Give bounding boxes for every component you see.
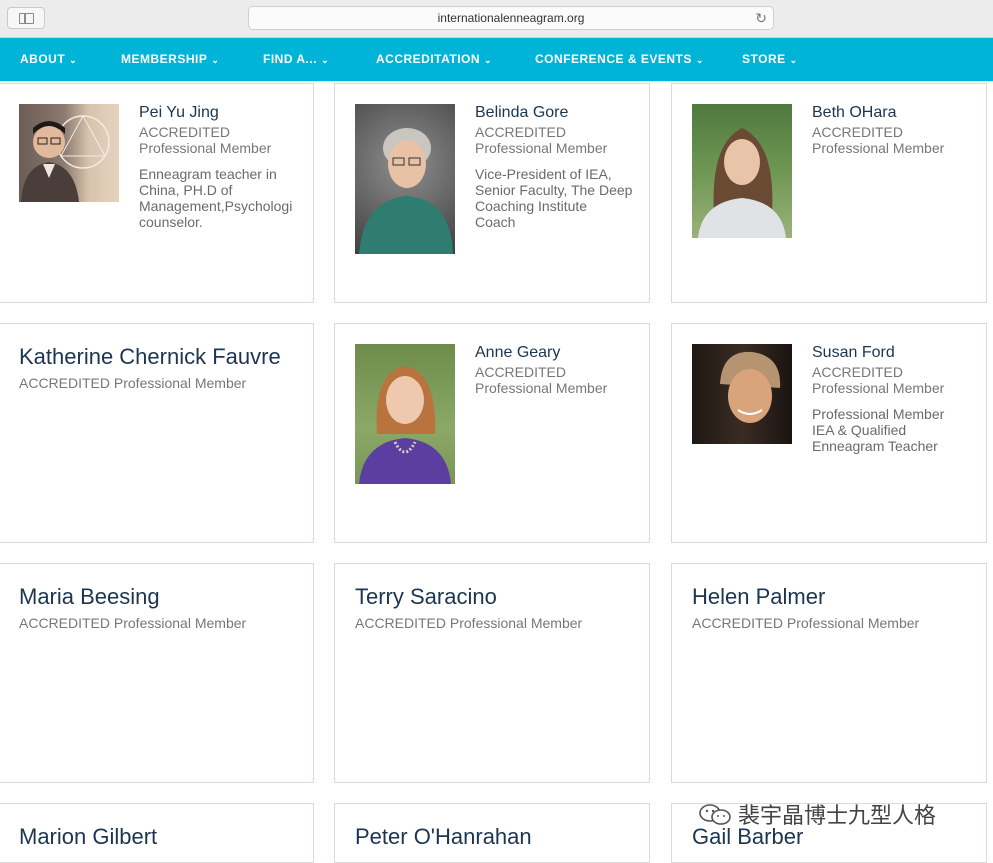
member-name[interactable]: Terry Saracino xyxy=(355,584,497,610)
member-name[interactable]: Susan Ford xyxy=(812,344,895,362)
member-name[interactable]: Helen Palmer xyxy=(692,584,825,610)
bio-line: counselor. xyxy=(139,214,203,230)
nav-store-label: STORE xyxy=(742,52,786,66)
member-status: ACCREDITED xyxy=(812,124,904,140)
nav-accreditation-label: ACCREDITATION xyxy=(376,52,481,66)
member-photo xyxy=(692,344,792,444)
member-status: ACCREDITED xyxy=(475,364,567,380)
bio-line: Senior Faculty, The Deep xyxy=(475,182,633,198)
member-status: ACCREDITED Professional Member xyxy=(692,615,920,631)
member-status: ACCREDITED xyxy=(139,124,231,140)
chevron-down-icon: ⌄ xyxy=(211,55,220,65)
member-status: ACCREDITED Professional Member xyxy=(19,615,247,631)
member-card[interactable]: Belinda Gore ACCREDITED Professional Mem… xyxy=(334,83,650,303)
chevron-down-icon: ⌄ xyxy=(69,55,78,65)
member-name[interactable]: Belinda Gore xyxy=(475,104,568,122)
bio-line: Enneagram teacher in xyxy=(139,166,277,182)
nav-conference-events[interactable]: CONFERENCE & EVENTS ⌄ xyxy=(535,38,704,81)
bio-line: Coach xyxy=(475,214,516,230)
member-card[interactable]: Pei Yu Jing ACCREDITED Professional Memb… xyxy=(0,83,314,303)
member-name[interactable]: Pei Yu Jing xyxy=(139,104,219,122)
nav-conference-label: CONFERENCE & EVENTS xyxy=(535,52,692,66)
member-status: ACCREDITED Professional Member xyxy=(355,615,583,631)
bio-line: Vice-President of IEA, xyxy=(475,166,612,182)
member-card[interactable]: Maria Beesing ACCREDITED Professional Me… xyxy=(0,563,314,783)
member-name[interactable]: Beth OHara xyxy=(812,104,896,122)
member-bio: Enneagram teacher in China, PH.D of Mana… xyxy=(139,166,292,230)
nav-membership-label: MEMBERSHIP xyxy=(121,52,208,66)
sidebar-toggle-button[interactable] xyxy=(7,7,45,29)
chevron-down-icon: ⌄ xyxy=(695,55,704,65)
member-card[interactable]: Anne Geary ACCREDITED Professional Membe… xyxy=(334,323,650,543)
member-type: Professional Member xyxy=(139,140,272,156)
nav-find-label: FIND A... xyxy=(263,52,318,66)
wechat-icon xyxy=(699,804,731,825)
bio-line: China, PH.D of xyxy=(139,182,233,198)
bio-line: IEA & Qualified xyxy=(812,422,907,438)
reload-icon[interactable]: ↻ xyxy=(755,7,767,29)
member-name[interactable]: Anne Geary xyxy=(475,344,560,362)
nav-find[interactable]: FIND A... ⌄ xyxy=(263,38,329,81)
bio-line: Enneagram Teacher xyxy=(812,438,938,454)
nav-about[interactable]: ABOUT ⌄ xyxy=(20,38,77,81)
member-card[interactable]: Susan Ford ACCREDITED Professional Membe… xyxy=(671,323,987,543)
member-card[interactable]: Terry Saracino ACCREDITED Professional M… xyxy=(334,563,650,783)
member-status: ACCREDITED xyxy=(475,124,567,140)
member-type: Professional Member xyxy=(475,140,608,156)
url-text: internationalenneagram.org xyxy=(437,11,585,25)
member-name[interactable]: Maria Beesing xyxy=(19,584,160,610)
nav-store[interactable]: STORE ⌄ xyxy=(742,38,798,81)
member-card[interactable]: Peter O'Hanrahan xyxy=(334,803,650,863)
address-bar[interactable]: internationalenneagram.org ↻ xyxy=(248,6,774,30)
member-name[interactable]: Katherine Chernick Fauvre xyxy=(19,344,281,370)
watermark-text: 裴宇晶博士九型人格 xyxy=(738,803,937,828)
member-status: ACCREDITED xyxy=(812,364,904,380)
bio-line: Management,Psychologi xyxy=(139,198,293,214)
nav-membership[interactable]: MEMBERSHIP ⌄ xyxy=(121,38,219,81)
member-card[interactable]: Marion Gilbert xyxy=(0,803,314,863)
browser-toolbar: internationalenneagram.org ↻ xyxy=(0,0,993,38)
nav-accreditation[interactable]: ACCREDITATION ⌄ xyxy=(376,38,492,81)
member-card[interactable]: Katherine Chernick Fauvre ACCREDITED Pro… xyxy=(0,323,314,543)
main-nav: ABOUT ⌄ MEMBERSHIP ⌄ FIND A... ⌄ ACCREDITAT… xyxy=(0,38,993,81)
member-type: Professional Member xyxy=(812,140,945,156)
member-bio: Vice-President of IEA, Senior Faculty, T… xyxy=(475,166,632,230)
chevron-down-icon: ⌄ xyxy=(321,55,330,65)
member-bio: Professional Member IEA & Qualified Enne… xyxy=(812,406,944,454)
member-type: Professional Member xyxy=(812,380,945,396)
member-card[interactable]: Beth OHara ACCREDITED Professional Membe… xyxy=(671,83,987,303)
member-photo xyxy=(19,104,119,202)
chevron-down-icon: ⌄ xyxy=(484,55,493,65)
chevron-down-icon: ⌄ xyxy=(789,55,798,65)
nav-about-label: ABOUT xyxy=(20,52,66,66)
sidebar-icon xyxy=(19,13,34,24)
member-type: Professional Member xyxy=(475,380,608,396)
bio-line: Coaching Institute xyxy=(475,198,588,214)
member-status: ACCREDITED Professional Member xyxy=(19,375,247,391)
member-photo xyxy=(692,104,792,238)
member-name[interactable]: Marion Gilbert xyxy=(19,824,157,850)
member-card[interactable]: Helen Palmer ACCREDITED Professional Mem… xyxy=(671,563,987,783)
member-name[interactable]: Peter O'Hanrahan xyxy=(355,824,532,850)
member-photo xyxy=(355,344,455,484)
bio-line: Professional Member xyxy=(812,406,945,422)
member-photo xyxy=(355,104,455,254)
wechat-watermark: 裴宇晶博士九型人格 xyxy=(698,798,936,830)
